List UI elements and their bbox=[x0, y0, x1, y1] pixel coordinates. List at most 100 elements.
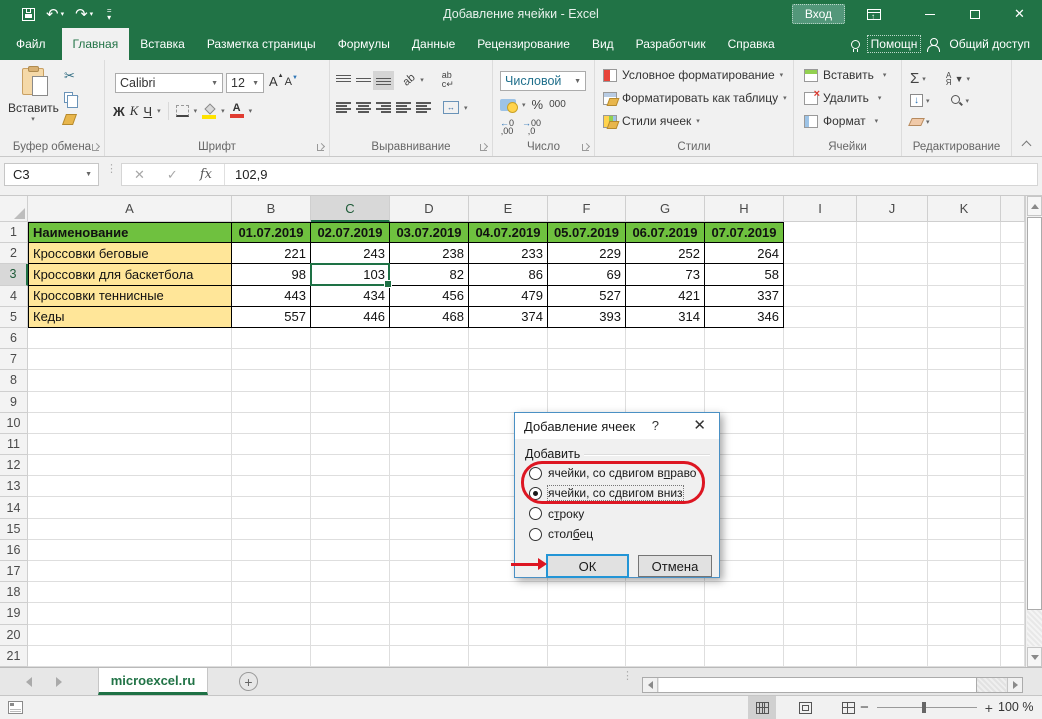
cell-I4[interactable] bbox=[784, 286, 857, 307]
decrease-font-icon[interactable]: A▼ bbox=[285, 76, 292, 88]
cell-G20[interactable] bbox=[626, 625, 705, 646]
cell-C4[interactable]: 434 bbox=[311, 286, 390, 307]
cell-B21[interactable] bbox=[232, 646, 311, 667]
cell-D13[interactable] bbox=[390, 476, 469, 497]
cell-E2[interactable]: 233 bbox=[469, 243, 548, 264]
vertical-scroll-thumb[interactable] bbox=[1027, 217, 1042, 610]
cell-B5[interactable]: 557 bbox=[232, 307, 311, 328]
cell-A6[interactable] bbox=[28, 328, 232, 349]
row-header-1[interactable]: 1 bbox=[0, 222, 28, 243]
cell-I12[interactable] bbox=[784, 455, 857, 476]
cell-K1[interactable] bbox=[928, 222, 1001, 243]
cell-H3[interactable]: 58 bbox=[705, 264, 784, 285]
cell-E18[interactable] bbox=[469, 582, 548, 603]
cell-x13[interactable] bbox=[1001, 476, 1025, 497]
cell-J3[interactable] bbox=[857, 264, 928, 285]
cell-C15[interactable] bbox=[311, 519, 390, 540]
cell-G19[interactable] bbox=[626, 603, 705, 624]
column-header-G[interactable]: G bbox=[626, 196, 705, 222]
row-header-10[interactable]: 10 bbox=[0, 413, 28, 434]
cell-B17[interactable] bbox=[232, 561, 311, 582]
cell-F18[interactable] bbox=[548, 582, 626, 603]
cell-J9[interactable] bbox=[857, 392, 928, 413]
cell-D7[interactable] bbox=[390, 349, 469, 370]
cell-J17[interactable] bbox=[857, 561, 928, 582]
number-format-combo[interactable]: Числовой▼ bbox=[500, 71, 586, 91]
cell-B3[interactable]: 98 bbox=[232, 264, 311, 285]
assistant-button[interactable]: Помощн bbox=[867, 35, 922, 53]
cell-I13[interactable] bbox=[784, 476, 857, 497]
cell-E3[interactable]: 86 bbox=[469, 264, 548, 285]
increase-font-icon[interactable]: A▲ bbox=[269, 74, 278, 89]
cell-A13[interactable] bbox=[28, 476, 232, 497]
cell-J12[interactable] bbox=[857, 455, 928, 476]
cell-E7[interactable] bbox=[469, 349, 548, 370]
cell-D11[interactable] bbox=[390, 434, 469, 455]
cell-K16[interactable] bbox=[928, 540, 1001, 561]
cell-x3[interactable] bbox=[1001, 264, 1025, 285]
macro-record-icon[interactable] bbox=[8, 701, 23, 714]
align-left-icon[interactable] bbox=[336, 101, 351, 114]
cell-B7[interactable] bbox=[232, 349, 311, 370]
zoom-in-button[interactable]: + bbox=[985, 700, 993, 716]
cell-K13[interactable] bbox=[928, 476, 1001, 497]
radio-icon[interactable] bbox=[529, 528, 542, 541]
cell-A2[interactable]: Кроссовки беговые bbox=[28, 243, 232, 264]
cell-E8[interactable] bbox=[469, 370, 548, 391]
normal-view-button[interactable] bbox=[748, 696, 776, 719]
cell-x9[interactable] bbox=[1001, 392, 1025, 413]
cell-D16[interactable] bbox=[390, 540, 469, 561]
tab-file[interactable]: Файл bbox=[0, 28, 62, 60]
dialog-launcher-icon[interactable] bbox=[92, 144, 99, 151]
italic-button[interactable]: К bbox=[130, 103, 139, 119]
cell-B8[interactable] bbox=[232, 370, 311, 391]
cell-x11[interactable] bbox=[1001, 434, 1025, 455]
cell-D20[interactable] bbox=[390, 625, 469, 646]
cell-J13[interactable] bbox=[857, 476, 928, 497]
ribbon-display-options-icon[interactable] bbox=[867, 9, 881, 20]
dialog-launcher-icon[interactable] bbox=[317, 144, 324, 151]
cell-B16[interactable] bbox=[232, 540, 311, 561]
cell-I3[interactable] bbox=[784, 264, 857, 285]
cell-D1[interactable]: 03.07.2019 bbox=[390, 222, 469, 243]
cancel-button[interactable]: Отмена bbox=[638, 555, 712, 577]
cell-D4[interactable]: 456 bbox=[390, 286, 469, 307]
radio-option-3[interactable]: строку bbox=[529, 504, 696, 524]
column-header-H[interactable]: H bbox=[705, 196, 784, 222]
cell-A19[interactable] bbox=[28, 603, 232, 624]
formula-value[interactable]: 102,9 bbox=[235, 167, 268, 182]
ok-button[interactable]: ОК bbox=[546, 554, 629, 578]
orientation-icon[interactable]: ab bbox=[401, 71, 418, 88]
align-right-icon[interactable] bbox=[376, 101, 391, 114]
cell-C19[interactable] bbox=[311, 603, 390, 624]
cell-I18[interactable] bbox=[784, 582, 857, 603]
radio-icon[interactable] bbox=[529, 507, 542, 520]
cell-C12[interactable] bbox=[311, 455, 390, 476]
cell-B4[interactable]: 443 bbox=[232, 286, 311, 307]
cell-K11[interactable] bbox=[928, 434, 1001, 455]
cell-H19[interactable] bbox=[705, 603, 784, 624]
cell-H5[interactable]: 346 bbox=[705, 307, 784, 328]
cell-B18[interactable] bbox=[232, 582, 311, 603]
radio-option-4[interactable]: столбец bbox=[529, 524, 696, 544]
cell-D12[interactable] bbox=[390, 455, 469, 476]
cell-D15[interactable] bbox=[390, 519, 469, 540]
cell-C1[interactable]: 02.07.2019 bbox=[311, 222, 390, 243]
cell-H9[interactable] bbox=[705, 392, 784, 413]
previous-sheet-icon[interactable] bbox=[26, 677, 32, 687]
dialog-close-button[interactable]: ✕ bbox=[693, 416, 706, 434]
share-button[interactable]: Общий доступ bbox=[949, 37, 1030, 51]
format-painter-button[interactable] bbox=[64, 113, 79, 126]
cell-J14[interactable] bbox=[857, 497, 928, 518]
cell-E5[interactable]: 374 bbox=[469, 307, 548, 328]
cell-B9[interactable] bbox=[232, 392, 311, 413]
cell-x8[interactable] bbox=[1001, 370, 1025, 391]
cell-H1[interactable]: 07.07.2019 bbox=[705, 222, 784, 243]
cell-I5[interactable] bbox=[784, 307, 857, 328]
row-header-20[interactable]: 20 bbox=[0, 625, 28, 646]
cell-C10[interactable] bbox=[311, 413, 390, 434]
sheet-tab-active[interactable]: microexcel.ru bbox=[98, 668, 208, 695]
column-header-A[interactable]: A bbox=[28, 196, 232, 222]
cell-G7[interactable] bbox=[626, 349, 705, 370]
align-bottom-icon[interactable] bbox=[376, 74, 391, 87]
